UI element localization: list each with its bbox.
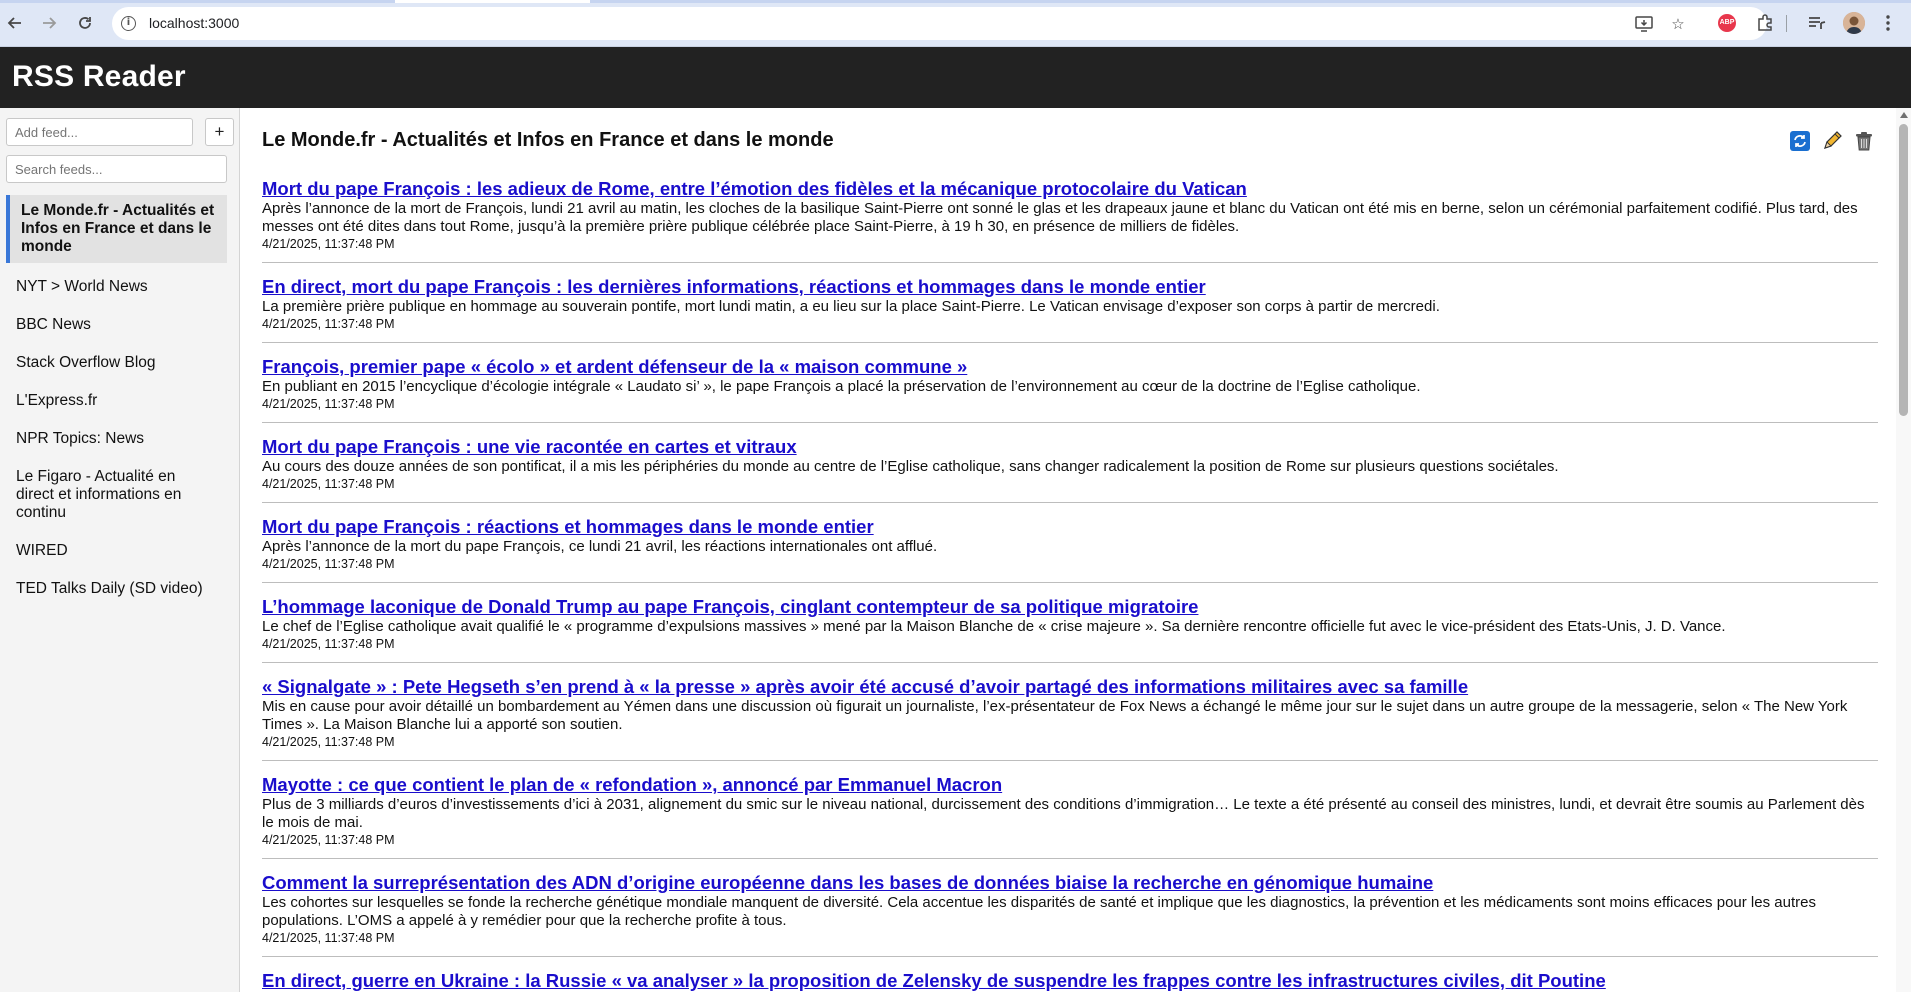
article-title-link[interactable]: Comment la surreprésentation des ADN d’o…: [262, 872, 1878, 893]
edit-feed-button[interactable]: [1821, 130, 1843, 152]
back-button[interactable]: [3, 11, 27, 35]
refresh-feed-button[interactable]: [1789, 130, 1811, 152]
article-date: 4/21/2025, 11:37:48 PM: [262, 833, 395, 847]
sidebar-feed-wired[interactable]: WIRED: [6, 542, 227, 560]
article-date: 4/21/2025, 11:37:48 PM: [262, 735, 395, 749]
playlist-icon: [1809, 17, 1826, 29]
article-title-link[interactable]: Mort du pape François : réactions et hom…: [262, 516, 1878, 537]
article-description: Mis en cause pour avoir détaillé un bomb…: [262, 698, 1848, 733]
article-title-link[interactable]: François, premier pape « écolo » et arde…: [262, 356, 1878, 377]
site-info-icon[interactable]: i: [121, 16, 136, 31]
toolbar-divider: [1786, 15, 1787, 32]
avatar-icon: [1843, 12, 1865, 34]
article-description: La première prière publique en hommage a…: [262, 298, 1440, 315]
url-text[interactable]: localhost:3000: [149, 15, 239, 31]
arrow-left-icon: [7, 17, 21, 29]
article-description: Après l’annonce de la mort de François, …: [262, 200, 1858, 235]
article-description: Au cours des douze années de son pontifi…: [262, 458, 1559, 475]
feed-title: Le Monde.fr - Actualités et Infos en Fra…: [262, 129, 834, 151]
sidebar-feed-stack-overflow[interactable]: Stack Overflow Blog: [6, 354, 227, 372]
bookmark-star-icon[interactable]: ☆: [1668, 14, 1688, 34]
delete-feed-button[interactable]: [1853, 130, 1875, 152]
article-item: Mort du pape François : réactions et hom…: [262, 516, 1878, 583]
scrollbar-thumb[interactable]: [1899, 124, 1908, 416]
article-item: En direct, mort du pape François : les d…: [262, 276, 1878, 343]
arrow-right-icon: [43, 17, 57, 29]
main-content: Le Monde.fr - Actualités et Infos en Fra…: [241, 108, 1896, 992]
article-description: En publiant en 2015 l’encyclique d’écolo…: [262, 378, 1421, 395]
puzzle-icon: [1758, 14, 1772, 31]
article-date: 4/21/2025, 11:37:48 PM: [262, 931, 395, 945]
media-controls-button[interactable]: [1806, 12, 1828, 34]
adblock-icon: ABP: [1718, 14, 1736, 32]
forward-button[interactable]: [37, 11, 61, 35]
article-item: Mort du pape François : les adieux de Ro…: [262, 178, 1878, 263]
browser-toolbar: i localhost:3000 ☆ ABP: [0, 0, 1911, 47]
sidebar-feed-le-figaro[interactable]: Le Figaro - Actualité en direct et infor…: [6, 468, 227, 522]
article-title-link[interactable]: « Signalgate » : Pete Hegseth s’en prend…: [262, 676, 1878, 697]
sidebar-feed-nyt-world[interactable]: NYT > World News: [6, 278, 227, 296]
article-item: « Signalgate » : Pete Hegseth s’en prend…: [262, 676, 1878, 761]
tab-strip-edge: [0, 0, 1911, 3]
adblock-extension-button[interactable]: ABP: [1716, 12, 1738, 34]
main-scrollbar[interactable]: [1896, 108, 1911, 992]
sidebar-feed-bbc-news[interactable]: BBC News: [6, 316, 227, 334]
article-description: Les cohortes sur lesquelles se fonde la …: [262, 894, 1816, 929]
article-date: 4/21/2025, 11:37:48 PM: [262, 557, 395, 571]
profile-avatar[interactable]: [1843, 12, 1865, 34]
sidebar-feed-le-monde[interactable]: Le Monde.fr - Actualités et Infos en Fra…: [6, 195, 227, 263]
article-title-link[interactable]: Mayotte : ce que contient le plan de « r…: [262, 774, 1878, 795]
search-feeds-input[interactable]: [6, 155, 227, 183]
reload-button[interactable]: [73, 11, 97, 35]
article-item: François, premier pape « écolo » et arde…: [262, 356, 1878, 423]
article-date: 4/21/2025, 11:37:48 PM: [262, 477, 395, 491]
app-title: RSS Reader: [12, 60, 186, 93]
sidebar-feed-npr-news[interactable]: NPR Topics: News: [6, 430, 227, 448]
reload-icon: [79, 17, 91, 29]
article-date: 4/21/2025, 11:37:48 PM: [262, 317, 395, 331]
article-date: 4/21/2025, 11:37:48 PM: [262, 237, 395, 251]
add-feed-button[interactable]: +: [205, 118, 234, 146]
article-description: Le chef de l’Eglise catholique avait qua…: [262, 618, 1726, 635]
add-feed-input[interactable]: [6, 118, 193, 146]
sidebar-feed-ted-talks[interactable]: TED Talks Daily (SD video): [6, 580, 227, 598]
article-item: L’hommage laconique de Donald Trump au p…: [262, 596, 1878, 663]
article-item: Comment la surreprésentation des ADN d’o…: [262, 872, 1878, 957]
article-title-link[interactable]: L’hommage laconique de Donald Trump au p…: [262, 596, 1878, 617]
extensions-button[interactable]: [1754, 12, 1776, 34]
trash-icon: [1856, 132, 1872, 151]
address-bar[interactable]: i localhost:3000 ☆: [112, 7, 1767, 40]
app-header: RSS Reader: [0, 47, 1911, 108]
browser-menu-button[interactable]: [1877, 12, 1899, 34]
article-item: En direct, guerre en Ukraine : la Russie…: [262, 970, 1878, 992]
scroll-up-arrow-icon[interactable]: [1900, 112, 1908, 118]
article-item: Mort du pape François : une vie racontée…: [262, 436, 1878, 503]
article-date: 4/21/2025, 11:37:48 PM: [262, 637, 395, 651]
refresh-icon: [1790, 131, 1810, 151]
article-title-link[interactable]: En direct, guerre en Ukraine : la Russie…: [262, 970, 1878, 991]
pencil-icon: [1824, 131, 1842, 149]
install-app-icon[interactable]: [1634, 14, 1654, 34]
kebab-menu-icon: [1886, 15, 1890, 31]
sidebar: + Le Monde.fr - Actualités et Infos en F…: [0, 108, 240, 992]
sidebar-feed-lexpress[interactable]: L'Express.fr: [6, 392, 227, 410]
article-title-link[interactable]: En direct, mort du pape François : les d…: [262, 276, 1878, 297]
article-title-link[interactable]: Mort du pape François : une vie racontée…: [262, 436, 1878, 457]
article-date: 4/21/2025, 11:37:48 PM: [262, 397, 395, 411]
article-description: Plus de 3 milliards d’euros d’investisse…: [262, 796, 1865, 831]
article-description: Après l’annonce de la mort du pape Franç…: [262, 538, 938, 555]
article-item: Mayotte : ce que contient le plan de « r…: [262, 774, 1878, 859]
article-title-link[interactable]: Mort du pape François : les adieux de Ro…: [262, 178, 1878, 199]
